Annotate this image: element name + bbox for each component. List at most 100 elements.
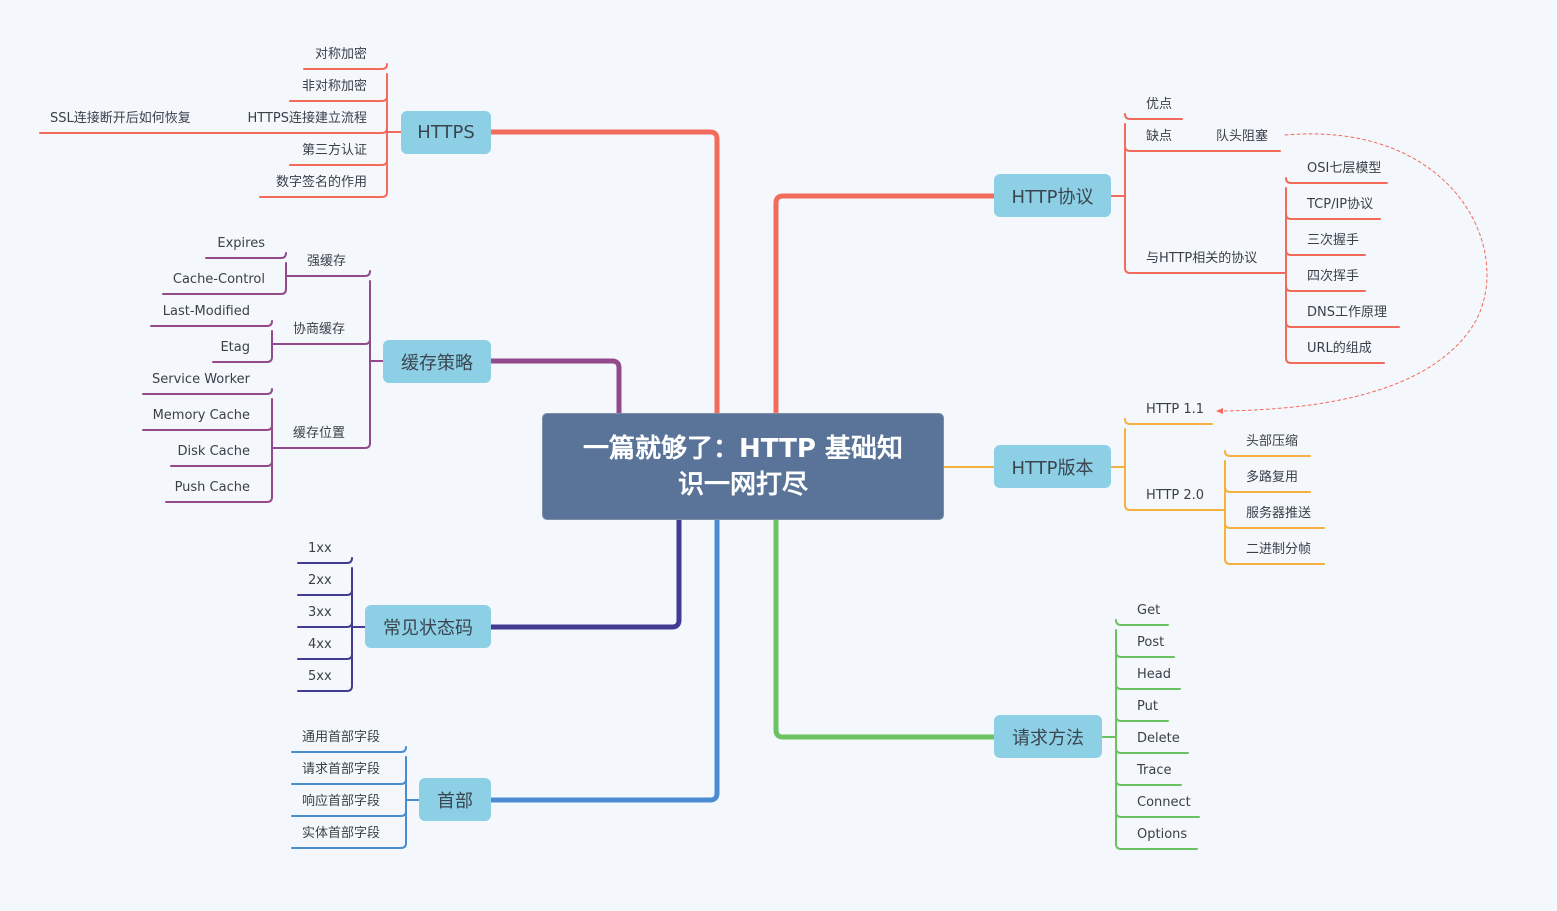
connector: [1115, 651, 1175, 658]
subtopic[interactable]: 缺点: [1146, 129, 1172, 145]
subtopic[interactable]: Push Cache: [175, 480, 250, 496]
subtopic[interactable]: 对称加密: [315, 47, 367, 63]
connector: [297, 685, 353, 692]
subtopic[interactable]: HTTP 2.0: [1146, 488, 1204, 504]
topic-label: HTTPS: [417, 122, 475, 143]
connector: [212, 356, 273, 363]
main-branch-https: [488, 129, 720, 416]
connector: [1285, 321, 1400, 328]
subtopic[interactable]: 头部压缩: [1246, 434, 1298, 450]
topic-label: 缓存策略: [401, 352, 473, 374]
subtopic[interactable]: 队头阻塞: [1216, 129, 1268, 145]
topic-label: HTTP版本: [1011, 457, 1094, 479]
subtopic[interactable]: Trace: [1137, 763, 1172, 779]
connector: [162, 288, 287, 295]
subtopic[interactable]: 通用首部字段: [302, 730, 380, 746]
subtopic[interactable]: Disk Cache: [178, 444, 250, 460]
subtopic[interactable]: 协商缓存: [293, 322, 345, 338]
topic-status-codes[interactable]: 常见状态码: [365, 605, 491, 648]
topic-https[interactable]: HTTPS: [401, 111, 491, 154]
subtopic[interactable]: Put: [1137, 699, 1158, 715]
subtopic[interactable]: 三次握手: [1307, 233, 1359, 249]
connector: [291, 810, 407, 817]
topic-cache-strategy[interactable]: 缓存策略: [383, 340, 491, 383]
connector: [1124, 145, 1281, 152]
subtopic[interactable]: TCP/IP协议: [1307, 197, 1373, 213]
main-branch-protocol: [773, 193, 997, 416]
connector: [1115, 619, 1169, 626]
connector: [291, 842, 407, 849]
topic-label: 常见状态码: [383, 617, 473, 639]
subtopic[interactable]: 4xx: [308, 637, 332, 653]
connector: [1124, 504, 1226, 511]
connector: [297, 589, 353, 596]
subtopic[interactable]: Head: [1137, 667, 1171, 683]
connector: [150, 320, 273, 327]
subtopic[interactable]: 多路复用: [1246, 470, 1298, 486]
subtopic[interactable]: 缓存位置: [293, 426, 345, 442]
subtopic[interactable]: Expires: [217, 236, 265, 252]
subtopic[interactable]: Cache-Control: [173, 272, 265, 288]
connector: [1115, 779, 1182, 786]
subtopic[interactable]: 2xx: [308, 573, 332, 589]
subtopic[interactable]: Get: [1137, 603, 1160, 619]
connector: [1285, 213, 1381, 220]
connector: [1124, 113, 1183, 120]
connector: [1285, 357, 1385, 364]
subtopic[interactable]: 服务器推送: [1246, 506, 1311, 522]
subtopic[interactable]: 第三方认证: [302, 143, 367, 159]
subtopic[interactable]: 3xx: [308, 605, 332, 621]
subtopic[interactable]: 实体首部字段: [302, 826, 380, 842]
topic-headers[interactable]: 首部: [419, 778, 491, 821]
main-branch-header: [488, 517, 720, 803]
topic-label: 请求方法: [1012, 727, 1084, 749]
connector: [297, 621, 353, 628]
subtopic[interactable]: 数字签名的作用: [276, 175, 367, 191]
connector: [289, 159, 388, 166]
connector: [1115, 811, 1200, 818]
subtopic[interactable]: 二进制分帧: [1246, 542, 1311, 558]
subtopic[interactable]: HTTPS连接建立流程: [247, 111, 367, 127]
connector: [205, 252, 287, 259]
subtopic[interactable]: Etag: [220, 340, 250, 356]
subtopic[interactable]: Service Worker: [152, 372, 250, 388]
connector: [142, 388, 273, 395]
arrow-head-icon: [1216, 408, 1223, 414]
subtopic[interactable]: OSI七层模型: [1307, 161, 1381, 177]
subtopic[interactable]: 强缓存: [307, 254, 346, 270]
topic-request-methods[interactable]: 请求方法: [994, 715, 1102, 758]
subtopic[interactable]: Connect: [1137, 795, 1191, 811]
subtopic[interactable]: DNS工作原理: [1307, 305, 1387, 321]
main-branch-cache: [488, 358, 622, 416]
topic-http-protocol[interactable]: HTTP协议: [994, 174, 1111, 217]
subtopic[interactable]: HTTP 1.1: [1146, 402, 1204, 418]
main-branch-status: [488, 517, 682, 630]
central-topic-label: 一篇就够了：HTTP 基础知识一网打尽: [583, 433, 903, 500]
connector: [165, 496, 273, 503]
connector: [291, 778, 407, 785]
subtopic[interactable]: Post: [1137, 635, 1164, 651]
connector: [1224, 450, 1311, 457]
connector: [297, 557, 353, 564]
topic-http-version[interactable]: HTTP版本: [994, 445, 1111, 488]
subtopic[interactable]: Delete: [1137, 731, 1180, 747]
subtopic[interactable]: 四次挥手: [1307, 269, 1359, 285]
connector: [1115, 715, 1169, 722]
central-topic[interactable]: 一篇就够了：HTTP 基础知识一网打尽: [542, 413, 944, 520]
subtopic[interactable]: 请求首部字段: [302, 762, 380, 778]
subtopic[interactable]: 非对称加密: [302, 79, 367, 95]
subtopic[interactable]: 优点: [1146, 97, 1172, 113]
subtopic[interactable]: 与HTTP相关的协议: [1146, 251, 1257, 267]
connector: [1285, 177, 1388, 184]
subtopic[interactable]: 1xx: [308, 541, 332, 557]
subtopic[interactable]: Memory Cache: [153, 408, 250, 424]
connector: [1115, 747, 1189, 754]
subtopic[interactable]: SSL连接断开后如何恢复: [50, 111, 191, 127]
subtopic[interactable]: 5xx: [308, 669, 332, 685]
connector: [1124, 267, 1287, 274]
connector: [291, 746, 407, 753]
subtopic[interactable]: 响应首部字段: [302, 794, 380, 810]
subtopic[interactable]: Options: [1137, 827, 1187, 843]
subtopic[interactable]: Last-Modified: [163, 304, 250, 320]
subtopic[interactable]: URL的组成: [1307, 341, 1372, 357]
